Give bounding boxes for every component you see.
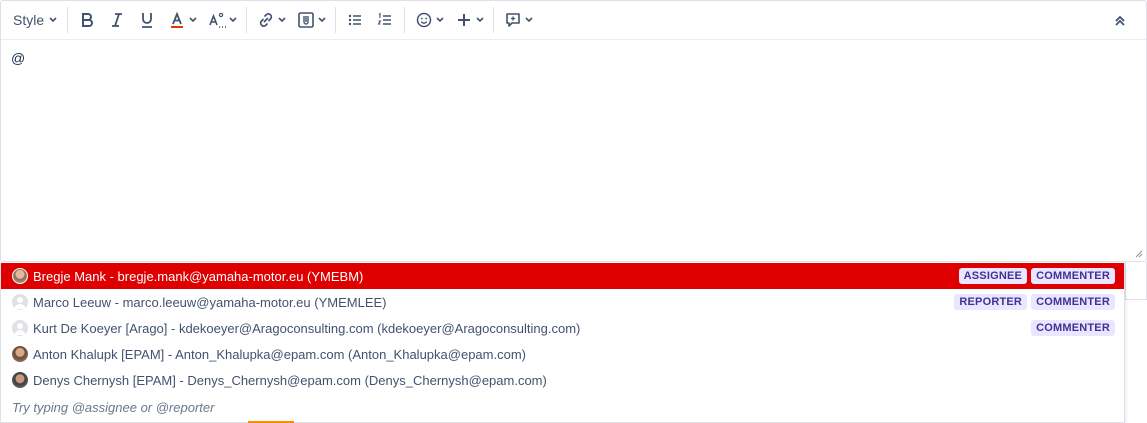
chevron-down-icon	[436, 17, 444, 23]
avatar	[12, 346, 28, 362]
role-badge: COMMENTER	[1031, 320, 1115, 336]
mention-item[interactable]: Kurt De Koeyer [Arago] - kdekoeyer@Arago…	[1, 315, 1124, 341]
editor-toolbar: Style	[1, 1, 1146, 40]
role-badge: REPORTER	[954, 294, 1028, 310]
style-label: Style	[13, 12, 45, 28]
mention-item-label: Denys Chernysh [EPAM] - Denys_Chernysh@e…	[33, 372, 547, 388]
numbered-list-button[interactable]	[370, 6, 400, 34]
collapse-icon	[1115, 15, 1125, 26]
chevron-down-icon	[229, 17, 237, 23]
avatar	[12, 372, 28, 388]
list-group	[336, 1, 404, 39]
text-color-icon	[171, 11, 184, 28]
chevron-down-icon	[189, 17, 197, 23]
link-icon	[260, 13, 273, 27]
text-effects-icon	[209, 12, 227, 28]
editor-content[interactable]: @	[11, 50, 25, 66]
chevron-down-icon	[476, 17, 484, 23]
avatar	[12, 320, 28, 336]
text-color-button[interactable]	[162, 6, 202, 34]
comment-button[interactable]	[498, 6, 538, 34]
role-badges: COMMENTER	[1031, 320, 1115, 336]
insert-plus-icon	[458, 14, 471, 26]
resize-handle-icon[interactable]	[1135, 250, 1143, 258]
attachment-button[interactable]	[291, 6, 331, 34]
mention-hint: Try typing @assignee or @reporter	[12, 400, 215, 415]
chevron-down-icon	[318, 17, 326, 23]
style-group: Style	[1, 1, 67, 39]
role-badge: COMMENTER	[1031, 294, 1115, 310]
underline-button[interactable]	[132, 6, 162, 34]
underline-icon	[142, 13, 153, 28]
text-effects-button[interactable]	[202, 6, 242, 34]
mention-item-label: Marco Leeuw - marco.leeuw@yamaha-motor.e…	[33, 294, 387, 310]
chevron-down-icon	[49, 17, 57, 23]
mention-dropdown: Bregje Mank - bregje.mank@yamaha-motor.e…	[0, 263, 1125, 423]
emoji-icon	[416, 12, 432, 28]
role-badge: ASSIGNEE	[958, 268, 1028, 284]
mention-item[interactable]: Denys Chernysh [EPAM] - Denys_Chernysh@e…	[1, 367, 1124, 393]
italic-icon	[112, 13, 123, 27]
chevron-down-icon	[525, 17, 533, 23]
mention-item-label: Anton Khalupk [EPAM] - Anton_Khalupka@ep…	[33, 346, 526, 362]
role-badge: COMMENTER	[1031, 268, 1115, 284]
insert-group	[247, 1, 335, 39]
style-dropdown[interactable]: Style	[5, 6, 63, 34]
insert-more-button[interactable]	[449, 6, 489, 34]
numbered-list-icon	[377, 12, 392, 25]
format-group	[68, 1, 246, 39]
panel-edge	[1125, 262, 1147, 300]
avatar	[12, 294, 28, 310]
bold-button[interactable]	[72, 6, 102, 34]
attachment-icon	[298, 12, 314, 28]
collapse-toolbar-button[interactable]	[1108, 7, 1132, 35]
mention-item-label: Bregje Mank - bregje.mank@yamaha-motor.e…	[33, 268, 364, 284]
chevron-down-icon	[278, 17, 286, 23]
mention-item[interactable]: Bregje Mank - bregje.mank@yamaha-motor.e…	[1, 263, 1124, 289]
avatar	[12, 268, 28, 284]
comment-group	[494, 1, 542, 39]
mention-item[interactable]: Marco Leeuw - marco.leeuw@yamaha-motor.e…	[1, 289, 1124, 315]
bullet-list-button[interactable]	[340, 6, 370, 34]
bullet-list-icon	[348, 14, 362, 26]
comment-icon	[506, 13, 520, 27]
extras-group	[405, 1, 493, 39]
link-button[interactable]	[251, 6, 291, 34]
mention-list: Bregje Mank - bregje.mank@yamaha-motor.e…	[1, 263, 1124, 393]
comment-editor: Style @	[0, 0, 1147, 262]
role-badges: REPORTER COMMENTER	[954, 294, 1115, 310]
mention-item-label: Kurt De Koeyer [Arago] - kdekoeyer@Arago…	[33, 320, 581, 336]
bold-icon	[82, 13, 94, 27]
role-badges: ASSIGNEE COMMENTER	[958, 268, 1115, 284]
emoji-button[interactable]	[409, 6, 449, 34]
mention-item[interactable]: Anton Khalupk [EPAM] - Anton_Khalupka@ep…	[1, 341, 1124, 367]
italic-button[interactable]	[102, 6, 132, 34]
